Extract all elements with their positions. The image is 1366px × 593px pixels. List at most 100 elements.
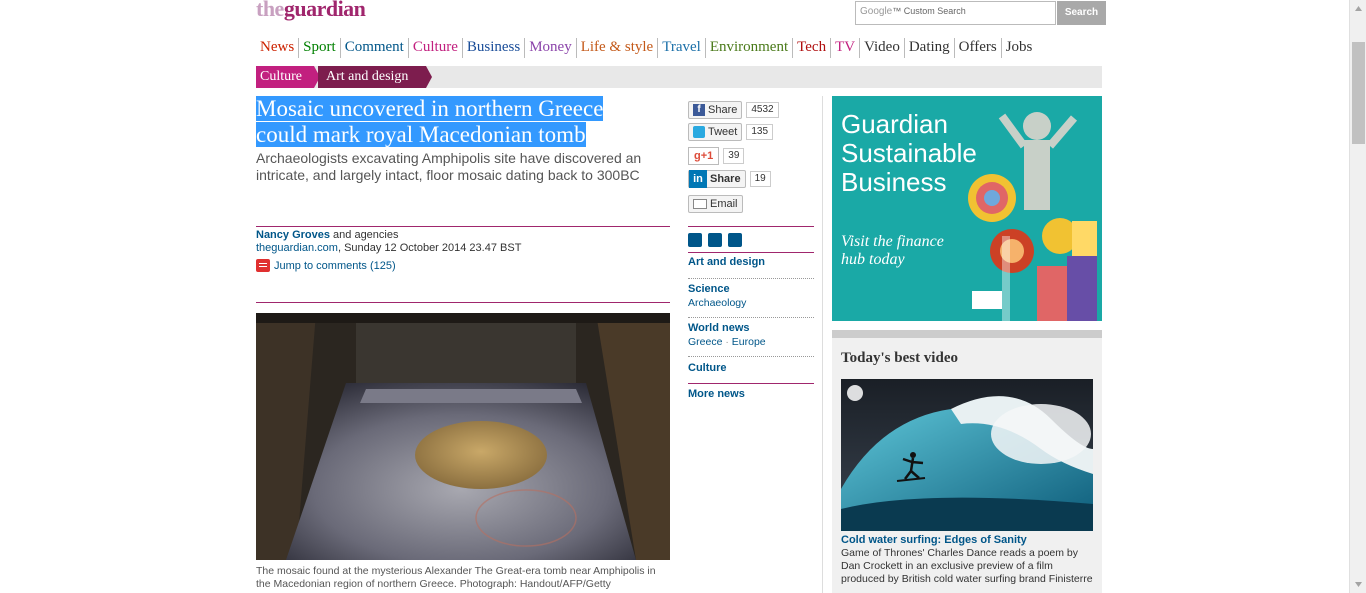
related-science-link[interactable]: Science xyxy=(688,283,814,295)
article-tools xyxy=(688,233,742,247)
article-standfirst: Archaeologists excavating Amphipolis sit… xyxy=(256,150,642,183)
video-heading: Today's best video xyxy=(841,350,958,366)
divider xyxy=(688,226,814,227)
column-divider xyxy=(822,96,823,593)
email-share: Email xyxy=(688,195,743,213)
publish-date: , Sunday 12 October 2014 23.47 BST xyxy=(337,242,522,254)
scrollbar-thumb[interactable] xyxy=(1352,42,1365,144)
ad-title: Guardian Sustainable Business xyxy=(841,110,977,197)
ad-title-line-3: Business xyxy=(841,167,947,197)
divider xyxy=(256,226,670,227)
gplus-button[interactable]: g+1 xyxy=(688,147,720,165)
dateline: theguardian.com, Sunday 12 October 2014 … xyxy=(256,242,521,254)
twitter-count: 135 xyxy=(746,124,774,140)
nav-item-offers[interactable]: Offers xyxy=(955,38,1002,58)
search-input[interactable]: Google™ Custom Search xyxy=(855,1,1056,25)
nav-item-money[interactable]: Money xyxy=(525,38,577,58)
related-regions: Greece · Europe xyxy=(688,336,814,348)
nav-item-tv[interactable]: TV xyxy=(831,38,861,58)
more-news-link[interactable]: More news xyxy=(688,388,745,400)
facebook-share-label: Share xyxy=(708,104,738,116)
linkedin-share-button[interactable]: in Share xyxy=(688,170,746,188)
byline: Nancy Groves and agencies xyxy=(256,229,398,241)
headline-line-1: Mosaic uncovered in northern Greece xyxy=(256,96,604,121)
related-world-news: World news Greece · Europe xyxy=(688,322,814,348)
divider xyxy=(688,383,814,384)
twitter-share: Tweet 135 xyxy=(688,123,774,141)
facebook-icon: f xyxy=(693,104,705,116)
logo-the: the xyxy=(256,0,284,21)
facebook-share-button[interactable]: f Share xyxy=(688,101,743,119)
linkedin-count: 19 xyxy=(749,171,771,187)
article-headline: Mosaic uncovered in northern Greece coul… xyxy=(256,96,670,148)
gplus-share: g+1 39 xyxy=(688,147,745,165)
email-button[interactable]: Email xyxy=(688,195,743,213)
nav-item-life-style[interactable]: Life & style xyxy=(577,38,659,58)
photo-caption: The mosaic found at the mysterious Alexa… xyxy=(256,565,656,590)
breadcrumb-culture[interactable]: Culture xyxy=(256,66,314,88)
todays-best-video: Today's best video Cold water surfing: E… xyxy=(832,330,1102,593)
gplus-count: 39 xyxy=(723,148,745,164)
related-separator: · xyxy=(722,336,732,348)
ad-title-line-1: Guardian xyxy=(841,109,948,139)
related-science: Science Archaeology xyxy=(688,283,814,309)
nav-item-environment[interactable]: Environment xyxy=(706,38,794,58)
twitter-icon xyxy=(693,126,705,138)
related-culture-link[interactable]: Culture xyxy=(688,362,727,374)
related-archaeology-link[interactable]: Archaeology xyxy=(688,297,814,309)
site-link[interactable]: theguardian.com xyxy=(256,242,338,254)
video-title-link[interactable]: Cold water surfing: Edges of Sanity xyxy=(841,534,1027,546)
search-placeholder: Custom Search xyxy=(903,6,966,16)
nav-item-jobs[interactable]: Jobs xyxy=(1002,38,1037,58)
related-art-and-design: Art and design xyxy=(688,256,814,268)
jump-to-comments[interactable]: Jump to comments (125) xyxy=(256,259,396,272)
nav-item-sport[interactable]: Sport xyxy=(299,38,341,58)
related-greece-link[interactable]: Greece xyxy=(688,336,722,348)
email-icon xyxy=(693,199,707,209)
video-description: Game of Thrones' Charles Dance reads a p… xyxy=(841,547,1093,585)
nav-item-news[interactable]: News xyxy=(256,38,300,58)
nav-item-travel[interactable]: Travel xyxy=(658,38,706,58)
nav-item-comment[interactable]: Comment xyxy=(341,38,409,58)
related-culture: Culture xyxy=(688,362,814,374)
share-icon[interactable] xyxy=(708,233,722,247)
nav-item-culture[interactable]: Culture xyxy=(409,38,463,58)
nav-item-video[interactable]: Video xyxy=(860,38,905,58)
scroll-down-arrow-icon[interactable] xyxy=(1350,576,1366,593)
headline-line-2: could mark royal Macedonian tomb xyxy=(256,122,586,147)
tweet-button[interactable]: Tweet xyxy=(688,123,743,141)
linkedin-icon: in xyxy=(689,170,707,188)
nav-item-dating[interactable]: Dating xyxy=(905,38,955,58)
sustainable-business-ad[interactable]: Guardian Sustainable Business Visit the … xyxy=(832,96,1102,321)
search-button[interactable]: Search xyxy=(1057,1,1106,25)
related-world-news-link[interactable]: World news xyxy=(688,322,814,334)
ad-cta: Visit the finance hub today xyxy=(841,233,944,268)
dotted-divider xyxy=(688,356,814,357)
divider xyxy=(688,252,814,253)
article-photo[interactable] xyxy=(256,313,670,560)
byline-suffix: and agencies xyxy=(329,229,399,241)
author-link[interactable]: Nancy Groves xyxy=(256,229,330,241)
comment-icon xyxy=(256,259,270,272)
mosaic-photo-graphic xyxy=(256,313,670,560)
page-scrollbar[interactable] xyxy=(1349,0,1366,593)
breadcrumb-art-and-design[interactable]: Art and design xyxy=(318,66,426,88)
breadcrumb-arrow xyxy=(426,66,432,88)
more-news: More news xyxy=(688,388,814,400)
dotted-divider xyxy=(688,317,814,318)
related-europe-link[interactable]: Europe xyxy=(732,336,766,348)
email-label: Email xyxy=(710,198,738,210)
save-icon[interactable] xyxy=(728,233,742,247)
scroll-up-arrow-icon[interactable] xyxy=(1350,0,1366,17)
video-thumbnail[interactable] xyxy=(841,379,1093,531)
tweet-label: Tweet xyxy=(708,126,738,138)
nav-item-business[interactable]: Business xyxy=(463,38,526,58)
print-icon[interactable] xyxy=(688,233,702,247)
logo-guardian: guardian xyxy=(283,0,366,21)
ad-illustration xyxy=(968,112,1097,321)
jump-to-comments-label: Jump to comments (125) xyxy=(274,259,396,272)
related-art-link[interactable]: Art and design xyxy=(688,256,765,268)
nav-item-tech[interactable]: Tech xyxy=(793,38,832,58)
guardian-logo[interactable]: theguardian xyxy=(256,0,366,22)
main-nav: News Sport Comment Culture Business Money Life… xyxy=(256,38,1036,58)
